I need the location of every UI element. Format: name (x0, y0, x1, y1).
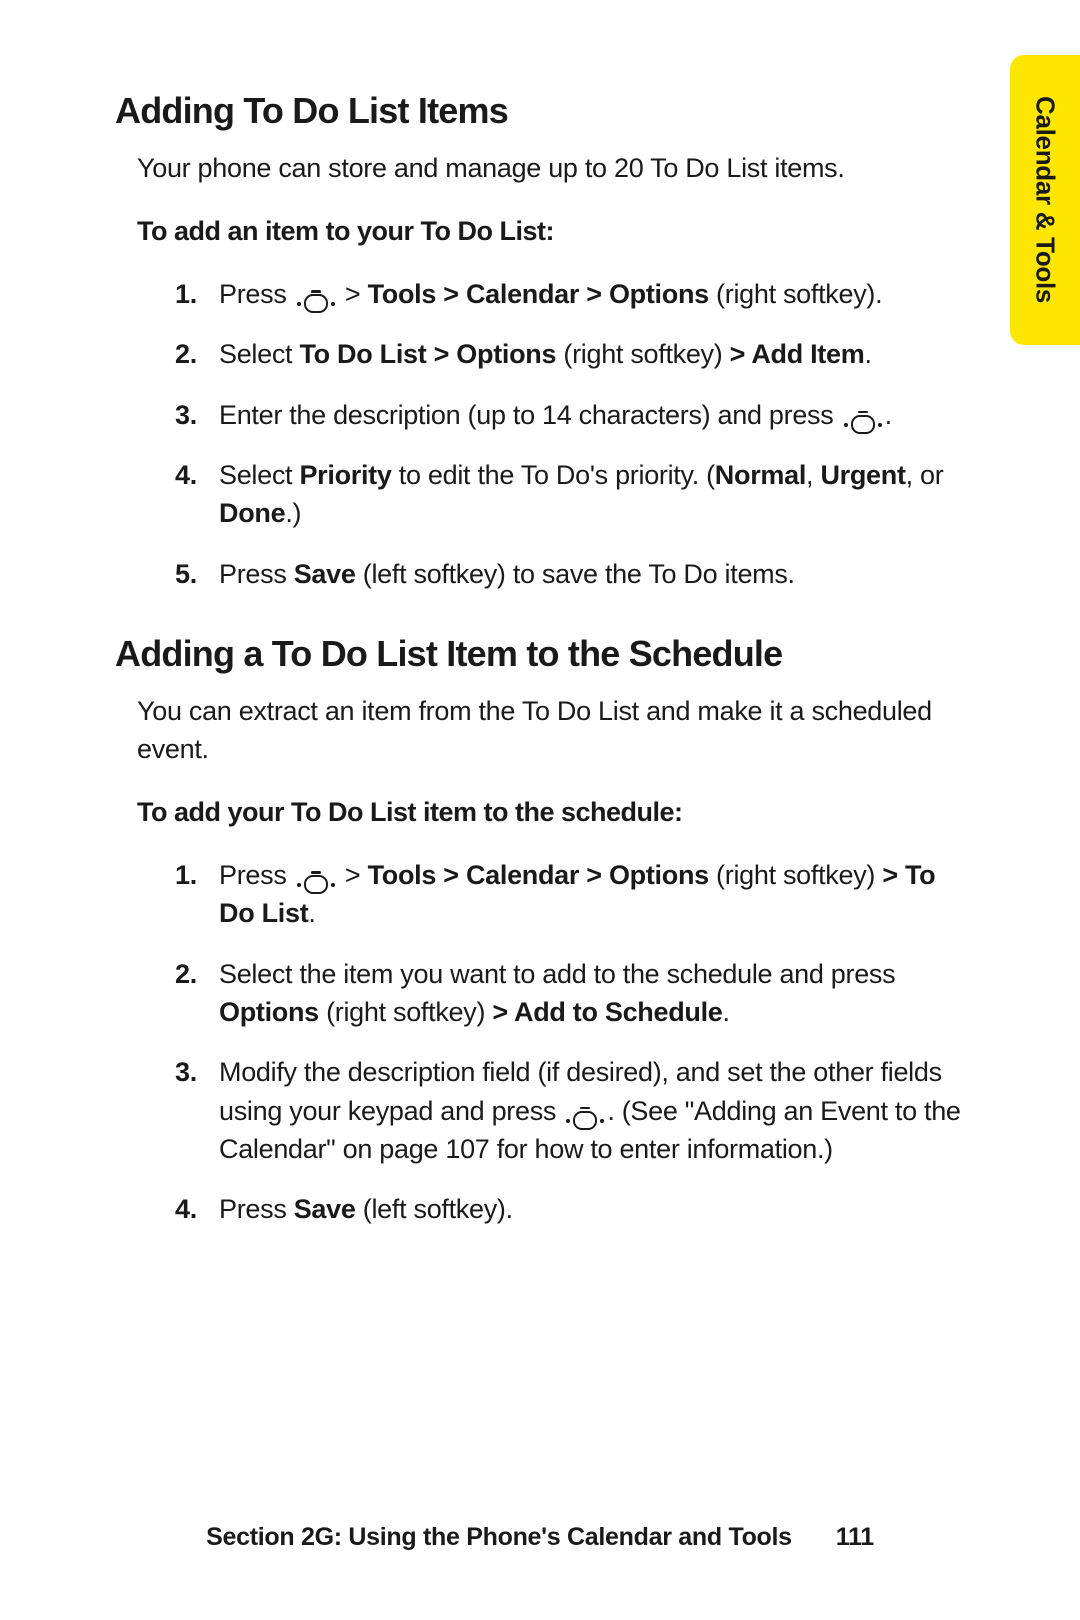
step-number: 4. (175, 456, 219, 533)
lead-a: To add an item to your To Do List: (115, 216, 970, 247)
step-number: 1. (175, 856, 219, 933)
list-item: 2. Select the item you want to add to th… (175, 955, 970, 1032)
list-item: 2. Select To Do List > Options (right so… (175, 335, 970, 373)
list-item: 4. Press Save (left softkey). (175, 1190, 970, 1228)
lead-b: To add your To Do List item to the sched… (115, 797, 970, 828)
steps-a: 1. Press > Tools > Calendar > Options (r… (115, 275, 970, 593)
page: Calendar & Tools Adding To Do List Items… (0, 0, 1080, 1229)
intro-b: You can extract an item from the To Do L… (115, 693, 970, 769)
step-number: 1. (175, 275, 219, 314)
step-number: 2. (175, 955, 219, 1032)
heading-adding-todo-list-items: Adding To Do List Items (115, 90, 970, 132)
side-tab-label: Calendar & Tools (1030, 96, 1061, 303)
list-item: 3. Modify the description field (if desi… (175, 1053, 970, 1168)
list-item: 1. Press > Tools > Calendar > Options (r… (175, 275, 970, 314)
step-number: 3. (175, 1053, 219, 1168)
step-body: Press Save (left softkey) to save the To… (219, 555, 970, 593)
page-footer: Section 2G: Using the Phone's Calendar a… (0, 1523, 1080, 1552)
step-body: Select the item you want to add to the s… (219, 955, 970, 1032)
footer-section-title: Section 2G: Using the Phone's Calendar a… (206, 1523, 792, 1552)
step-body: Press > Tools > Calendar > Options (righ… (219, 275, 970, 314)
step-number: 3. (175, 396, 219, 435)
side-tab: Calendar & Tools (1010, 55, 1080, 345)
steps-b: 1. Press > Tools > Calendar > Options (r… (115, 856, 970, 1229)
nav-key-icon (297, 294, 335, 313)
step-body: Select Priority to edit the To Do's prio… (219, 456, 970, 533)
step-body: Press Save (left softkey). (219, 1190, 970, 1228)
step-number: 2. (175, 335, 219, 373)
nav-key-icon (844, 415, 882, 434)
step-number: 4. (175, 1190, 219, 1228)
list-item: 1. Press > Tools > Calendar > Options (r… (175, 856, 970, 933)
list-item: 4. Select Priority to edit the To Do's p… (175, 456, 970, 533)
page-number: 111 (836, 1523, 874, 1552)
step-body: Select To Do List > Options (right softk… (219, 335, 970, 373)
step-body: Enter the description (up to 14 characte… (219, 396, 970, 435)
heading-adding-todo-to-schedule: Adding a To Do List Item to the Schedule (115, 633, 970, 675)
list-item: 5. Press Save (left softkey) to save the… (175, 555, 970, 593)
step-number: 5. (175, 555, 219, 593)
nav-key-icon (566, 1111, 604, 1130)
intro-a: Your phone can store and manage up to 20… (115, 150, 970, 188)
nav-key-icon (297, 875, 335, 894)
list-item: 3. Enter the description (up to 14 chara… (175, 396, 970, 435)
step-body: Modify the description field (if desired… (219, 1053, 970, 1168)
step-body: Press > Tools > Calendar > Options (righ… (219, 856, 970, 933)
